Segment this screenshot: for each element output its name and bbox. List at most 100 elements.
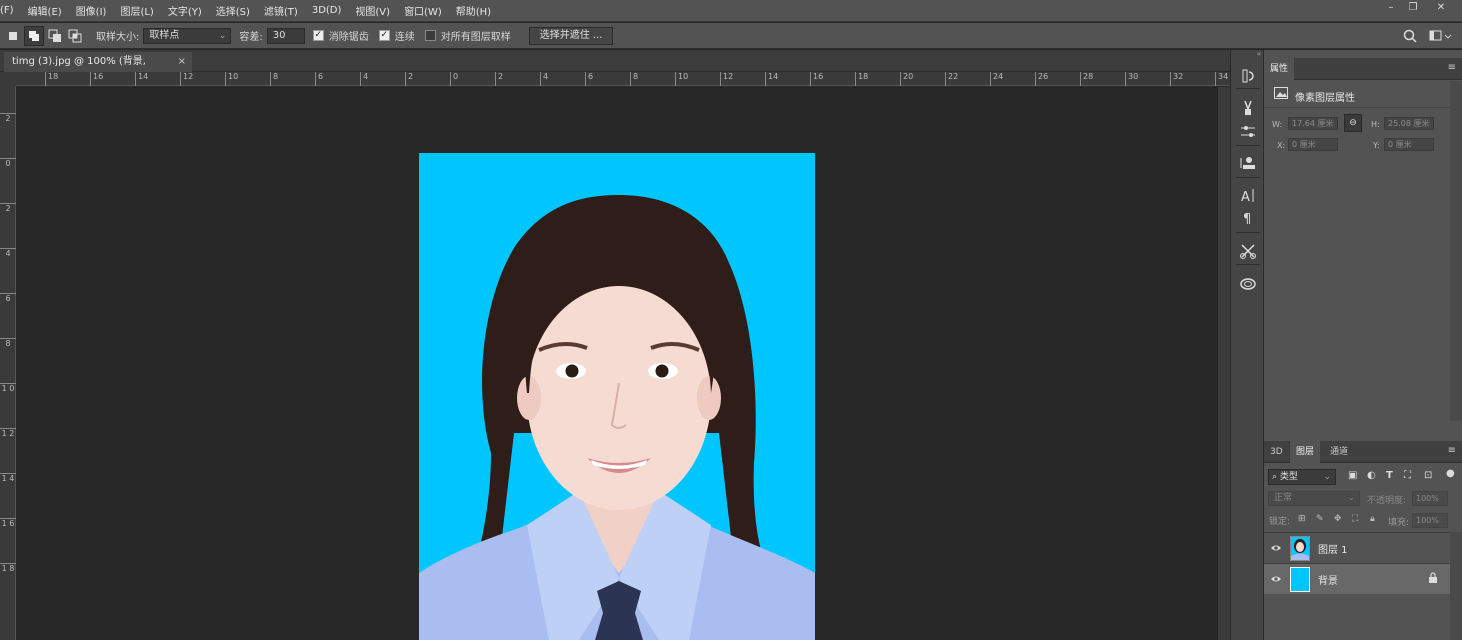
ruler-tick-label: 22 (945, 72, 958, 86)
close-tab-icon[interactable]: × (178, 52, 186, 72)
lock-transparent-icon[interactable]: ⊞ (1298, 514, 1306, 524)
intersect-selection-icon[interactable] (68, 29, 82, 43)
opacity-field[interactable]: 100% (1412, 491, 1448, 506)
adjustments-icon[interactable] (1238, 122, 1258, 142)
paragraph-icon[interactable]: ¶ (1238, 208, 1258, 228)
close-window-button[interactable]: ✕ (1430, 0, 1452, 16)
menu-3d[interactable]: 3D(D) (305, 5, 349, 16)
ruler-tick-label: 20 (900, 72, 913, 86)
ruler-tick-label: 26 (1035, 72, 1048, 86)
ruler-tick-label: 8 (270, 72, 278, 86)
add-selection-icon[interactable] (48, 29, 62, 43)
panel-menu-icon[interactable]: ≡ (1448, 62, 1456, 73)
menu-image[interactable]: 图像(I) (69, 3, 114, 18)
character-icon[interactable]: A (1238, 186, 1258, 206)
filter-pixel-icon[interactable]: ▣ (1348, 470, 1357, 481)
tolerance-input[interactable]: 30 (266, 27, 305, 44)
menu-help[interactable]: 帮助(H) (449, 3, 498, 18)
ruler-tick-label: 18 (855, 72, 868, 86)
sample-all-layers-label: 对所有图层取样 (440, 32, 511, 43)
layers-tab-bar: 3D 图层 通道 ≡ (1264, 441, 1462, 463)
workspace-icon[interactable] (1428, 28, 1452, 44)
menu-layer[interactable]: 图层(L) (113, 3, 160, 18)
y-field[interactable]: 0 厘米 (1384, 138, 1434, 151)
filter-adjustment-icon[interactable]: ◐ (1367, 470, 1376, 481)
minimize-button[interactable]: – (1380, 0, 1402, 16)
layer-filter-select[interactable]: ⌕ 类型 ⌄ (1268, 469, 1336, 485)
menu-filter[interactable]: 滤镜(T) (257, 3, 305, 18)
tab-layers[interactable]: 图层 (1290, 441, 1321, 463)
lock-position-icon[interactable]: ✥ (1334, 514, 1342, 524)
menu-view[interactable]: 视图(V) (348, 3, 397, 18)
libraries-icon[interactable] (1238, 274, 1258, 294)
ruler-origin[interactable] (0, 72, 16, 86)
filter-type-icon[interactable]: T (1386, 470, 1393, 481)
blend-mode-select[interactable]: 正常 ⌄ (1268, 491, 1360, 506)
tab-properties[interactable]: 属性 (1264, 58, 1295, 80)
svg-text:A: A (1241, 190, 1250, 205)
layer-row-selected[interactable]: 背景 (1264, 563, 1450, 594)
contiguous-checkbox[interactable]: ✓ (378, 30, 390, 41)
ruler-tick-label: 24 (990, 72, 1003, 86)
search-icon[interactable] (1402, 28, 1418, 44)
y-label: Y: (1373, 141, 1380, 150)
horizontal-ruler[interactable]: 18 16 14 12 10 8 6 4 2 0 2 4 6 8 10 12 14 16 18 20 22 24 26 28 3… (16, 72, 1230, 86)
brush-presets-icon[interactable] (1238, 98, 1258, 118)
properties-tab-bar: 属性 ≡ (1264, 58, 1462, 80)
sample-size-select[interactable]: 取样点 ⌄ (143, 27, 232, 44)
collapse-icon[interactable]: « (1231, 50, 1265, 58)
layer-thumbnail (1290, 536, 1310, 561)
restore-button[interactable]: ❐ (1402, 0, 1424, 16)
height-field[interactable]: 25.08 厘米 (1384, 117, 1434, 130)
document-tab[interactable]: timg (3).jpg @ 100% (背景, RGB/8#) * × (4, 52, 192, 87)
document-canvas[interactable] (419, 153, 815, 640)
panel-menu-icon[interactable]: ≡ (1448, 445, 1456, 456)
lock-pixels-icon[interactable]: ✎ (1316, 514, 1324, 524)
sample-all-layers-checkbox[interactable] (424, 30, 436, 41)
layer-row[interactable]: 图层 1 (1264, 532, 1450, 563)
tool-presets-icon[interactable] (1238, 241, 1258, 261)
width-field[interactable]: 17.64 厘米 (1288, 117, 1338, 130)
new-selection-icon[interactable] (24, 25, 44, 46)
lock-artboard-icon[interactable]: ⛶ (1352, 514, 1358, 524)
menu-window[interactable]: 窗口(W) (397, 3, 449, 18)
clone-source-icon[interactable] (1238, 154, 1258, 174)
vertical-ruler[interactable]: 2 0 2 4 6 8 1 0 1 2 1 4 1 6 1 8 (0, 86, 16, 640)
properties-scrollbar[interactable] (1450, 81, 1462, 421)
x-label: X: (1277, 141, 1286, 150)
tab-channels[interactable]: 通道 (1324, 441, 1354, 463)
tool-preset-icon[interactable] (6, 29, 20, 43)
tab-3d[interactable]: 3D (1264, 441, 1289, 463)
ruler-tick-label: 32 (1170, 72, 1183, 86)
history-icon[interactable] (1238, 66, 1258, 86)
fill-field[interactable]: 100% (1412, 513, 1448, 528)
layers-scrollbar[interactable] (1450, 532, 1462, 640)
visibility-eye-icon[interactable] (1270, 542, 1282, 554)
antialias-checkbox[interactable]: ✓ (312, 30, 324, 41)
menu-type[interactable]: 文字(Y) (161, 3, 209, 18)
divider (1264, 107, 1450, 108)
divider (1236, 145, 1260, 146)
ruler-tick-label: 2 (0, 203, 16, 213)
menu-select[interactable]: 选择(S) (209, 3, 257, 18)
visibility-eye-icon[interactable] (1270, 573, 1282, 585)
menu-file[interactable]: (F) (0, 5, 21, 16)
ruler-tick-label: 4 (360, 72, 368, 86)
ruler-tick-label: 18 (45, 72, 58, 86)
ruler-tick-label: 6 (585, 72, 593, 86)
filter-smart-object-icon[interactable]: ⊡ (1424, 470, 1432, 481)
ruler-tick-label: 10 (675, 72, 688, 86)
x-field[interactable]: 0 厘米 (1288, 138, 1338, 151)
vertical-scrollbar[interactable] (1218, 87, 1230, 640)
menu-edit[interactable]: 编辑(E) (21, 3, 69, 18)
lock-all-icon[interactable]: 🔒︎ (1370, 514, 1375, 524)
divider (1236, 88, 1260, 89)
right-panel: 属性 ≡ 像素图层属性 W: 17.64 厘米 ⊖ H: 25.08 厘米 X:… (1264, 50, 1462, 640)
filter-shape-icon[interactable]: ⛶ (1404, 470, 1411, 481)
filter-toggle-icon[interactable]: ● (1446, 468, 1455, 482)
select-and-mask-button[interactable]: 选择并遮住 ... (528, 26, 614, 45)
options-bar: 取样大小: 取样点 ⌄ 容差: 30 ✓ 消除锯齿 ✓ 连续 对所有图层取样 选择… (0, 23, 1462, 49)
link-icon[interactable]: ⊖ (1344, 114, 1362, 132)
panel-icon-strip: « A ¶ (1230, 50, 1264, 640)
ruler-tick-label: 6 (0, 293, 16, 303)
